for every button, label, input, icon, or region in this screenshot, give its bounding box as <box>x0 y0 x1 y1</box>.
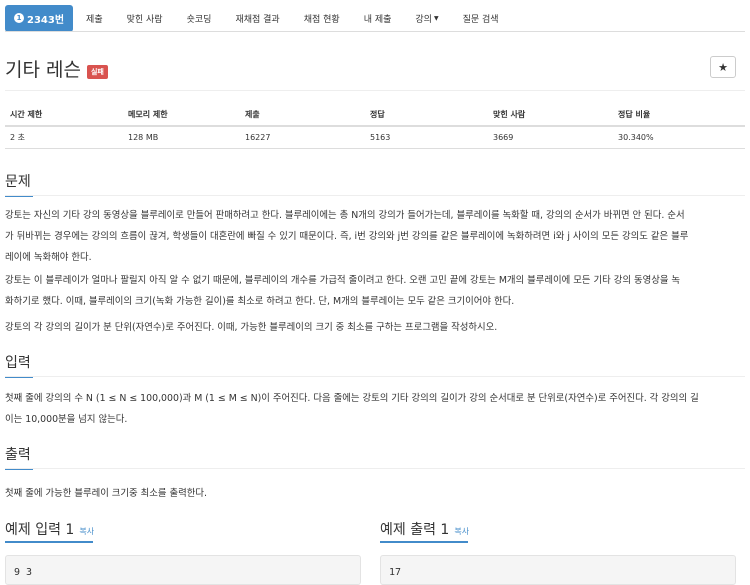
heading-underline <box>380 541 468 543</box>
problem-nav: 1 2343번 제출 맞힌 사람 숏코딩 재채점 결과 채점 현황 내 제출 강… <box>5 4 745 32</box>
title-divider <box>5 90 745 91</box>
text-line: 가 뒤바뀌는 경우에는 강의의 흐름이 끊겨, 학생들이 대혼란에 빠질 수 있… <box>5 231 689 242</box>
description-paragraph-1: 강토는 자신의 기타 강의 동영상을 블루레이로 만들어 판매하려고 한다. 블… <box>5 205 740 268</box>
tab-problem-number-label: 2343번 <box>27 14 65 26</box>
header-ratio: 정답 비율 <box>613 104 745 127</box>
tab-my-submissions[interactable]: 내 제출 <box>352 5 404 32</box>
section-output-heading: 출력 <box>5 444 33 470</box>
header-memory-limit: 메모리 제한 <box>123 104 240 127</box>
text-line: 화하기로 했다. 이때, 블루레이의 크기(녹화 가능한 길이)를 최소로 하려… <box>5 296 515 307</box>
section-description-heading: 문제 <box>5 171 33 197</box>
output-paragraph: 첫째 줄에 가능한 블루레이 크기중 최소를 출력한다. <box>5 483 740 504</box>
sample-input-title: 예제 입력 1 <box>5 522 75 538</box>
tab-rejudge-results[interactable]: 재채점 결과 <box>223 5 291 32</box>
section-description-title: 문제 <box>5 174 31 190</box>
page-title: 기타 레슨 <box>5 59 81 81</box>
text-line: 강토의 각 강의의 길이가 분 단위(자연수)로 주어진다. 이때, 가능한 블… <box>5 322 498 333</box>
section-divider <box>5 468 745 469</box>
problem-header: 기타 레슨 실패 <box>5 55 108 82</box>
sample-input-block: 9 3 <box>5 555 361 585</box>
table-header-row: 시간 제한 메모리 제한 제출 정답 맞힌 사람 정답 비율 <box>5 104 745 127</box>
tab-status[interactable]: 채점 현황 <box>292 5 352 32</box>
input-paragraph: 첫째 줄에 강의의 수 N (1 ≤ N ≤ 100,000)과 M (1 ≤ … <box>5 388 740 430</box>
value-accepted: 5163 <box>365 126 488 149</box>
description-paragraph-3: 강토의 각 강의의 길이가 분 단위(자연수)로 주어진다. 이때, 가능한 블… <box>5 317 740 338</box>
value-memory-limit: 128 MB <box>123 126 240 149</box>
sample-output-title: 예제 출력 1 <box>380 522 450 538</box>
copy-input-button[interactable]: 복사 <box>79 526 94 537</box>
caret-down-icon: ▼ <box>433 14 439 22</box>
text-line: 강토는 자신의 기타 강의 동영상을 블루레이로 만들어 판매하려고 한다. 블… <box>5 210 685 221</box>
section-input-heading: 입력 <box>5 352 33 378</box>
value-solvers: 3669 <box>488 126 613 149</box>
value-submissions: 16227 <box>240 126 365 149</box>
text-line: 이는 10,000분을 넘지 않는다. <box>5 414 128 425</box>
header-solvers: 맞힌 사람 <box>488 104 613 127</box>
text-line: 첫째 줄에 가능한 블루레이 크기중 최소를 출력한다. <box>5 488 207 499</box>
star-button[interactable]: ★ <box>710 56 736 78</box>
tab-lectures-label: 강의 <box>415 14 432 25</box>
section-divider <box>5 376 745 377</box>
description-paragraph-2: 강토는 이 블루레이가 얼마나 팔릴지 아직 알 수 없기 때문에, 블루레이의… <box>5 270 740 312</box>
tab-short-coding[interactable]: 숏코딩 <box>175 5 224 32</box>
nav-divider <box>5 31 745 32</box>
sample-output-heading: 예제 출력 1 복사 <box>380 519 469 539</box>
tab-question-search[interactable]: 질문 검색 <box>451 5 511 32</box>
table-row: 2 초 128 MB 16227 5163 3669 30.340% <box>5 126 745 149</box>
text-line: 레이에 녹화해야 한다. <box>5 252 92 263</box>
tab-submit[interactable]: 제출 <box>73 5 115 32</box>
problem-icon: 1 <box>14 13 24 23</box>
sample-input-heading: 예제 입력 1 복사 <box>5 519 94 539</box>
section-output-title: 출력 <box>5 447 31 463</box>
header-accepted: 정답 <box>365 104 488 127</box>
sample-output-block: 17 <box>380 555 736 585</box>
problem-info-table: 시간 제한 메모리 제한 제출 정답 맞힌 사람 정답 비율 2 초 128 M… <box>5 104 745 149</box>
text-line: 첫째 줄에 강의의 수 N (1 ≤ N ≤ 100,000)과 M (1 ≤ … <box>5 393 699 404</box>
value-time-limit: 2 초 <box>5 126 123 149</box>
tab-problem-number[interactable]: 1 2343번 <box>5 4 74 32</box>
header-submissions: 제출 <box>240 104 365 127</box>
heading-underline <box>5 541 93 543</box>
text-line: 강토는 이 블루레이가 얼마나 팔릴지 아직 알 수 없기 때문에, 블루레이의… <box>5 275 681 286</box>
status-badge: 실패 <box>86 64 108 79</box>
section-divider <box>5 195 745 196</box>
tab-solvers[interactable]: 맞힌 사람 <box>115 5 175 32</box>
header-time-limit: 시간 제한 <box>5 104 123 127</box>
copy-output-button[interactable]: 복사 <box>454 526 469 537</box>
sample-input-text: 9 3 <box>14 567 33 578</box>
section-input-title: 입력 <box>5 355 31 371</box>
tab-lectures[interactable]: 강의 ▼ <box>403 5 450 32</box>
sample-output-text: 17 <box>389 567 402 578</box>
star-icon: ★ <box>718 60 728 74</box>
value-ratio: 30.340% <box>613 126 745 149</box>
